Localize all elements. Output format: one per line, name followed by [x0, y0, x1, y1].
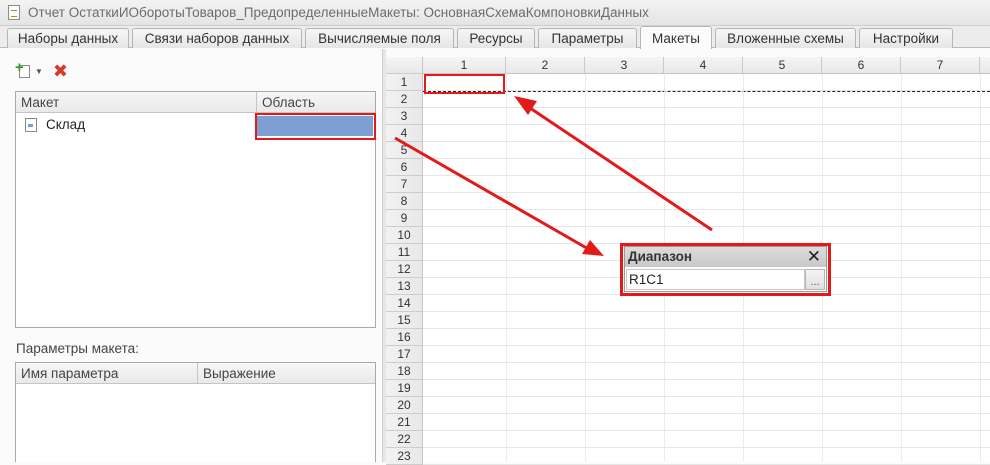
tab-resources[interactable]: Ресурсы: [457, 28, 535, 48]
row-header[interactable]: 20: [386, 397, 423, 414]
layout-name: Склад: [46, 117, 86, 132]
grid-line: [423, 226, 990, 227]
grid-line: [423, 107, 990, 108]
grid-line: [901, 74, 902, 462]
tab-data-set-links[interactable]: Связи наборов данных: [132, 28, 302, 48]
tab-settings[interactable]: Настройки: [859, 28, 953, 48]
layout-params-label: Параметры макета:: [16, 341, 139, 356]
tab-label: Ресурсы: [469, 31, 523, 46]
close-icon[interactable]: ✕: [807, 247, 821, 267]
row-header[interactable]: 8: [386, 193, 423, 210]
row-header[interactable]: 21: [386, 414, 423, 431]
tab-label: Наборы данных: [17, 31, 119, 46]
row-header[interactable]: 16: [386, 329, 423, 346]
row-header[interactable]: 19: [386, 380, 423, 397]
column-header-area[interactable]: Область: [257, 92, 375, 113]
document-icon: [25, 118, 37, 132]
row-header[interactable]: 7: [386, 176, 423, 193]
row-header[interactable]: 14: [386, 295, 423, 312]
column-header[interactable]: 5: [743, 57, 822, 74]
column-header[interactable]: 1: [423, 57, 506, 74]
column-header[interactable]: 3: [585, 57, 664, 74]
layouts-toolbar: + ▼ ✖: [15, 60, 68, 82]
tab-nested-schemas[interactable]: Вложенные схемы: [715, 28, 856, 48]
row-header[interactable]: 6: [386, 159, 423, 176]
grid-line: [423, 430, 990, 431]
range-input[interactable]: R1C1: [626, 269, 805, 290]
selected-cell-highlight: [424, 74, 505, 94]
grid-line: [423, 124, 990, 125]
row-header[interactable]: 11: [386, 244, 423, 261]
tab-data-sets[interactable]: Наборы данных: [7, 28, 129, 48]
column-header[interactable]: 6: [822, 57, 901, 74]
params-table-header: Имя параметра Выражение: [16, 363, 375, 384]
grid-line: [585, 74, 586, 462]
tab-label: Связи наборов данных: [144, 31, 290, 46]
window-title-bar: Отчет ОстаткиИОборотыТоваров_Предопредел…: [0, 0, 990, 26]
window-title: Отчет ОстаткиИОборотыТоваров_Предопредел…: [28, 5, 649, 20]
row-header[interactable]: 5: [386, 142, 423, 159]
range-popup: Диапазон ✕ R1C1 ...: [624, 246, 827, 292]
grid-line: [423, 447, 990, 448]
tab-bar: Наборы данных Связи наборов данных Вычис…: [0, 26, 990, 49]
row-header[interactable]: 23: [386, 448, 423, 465]
area-cell-highlight: [255, 113, 376, 140]
grid-line: [423, 141, 990, 142]
row-header[interactable]: 4: [386, 125, 423, 142]
tab-label: Макеты: [652, 30, 700, 46]
grid-line: [423, 209, 990, 210]
grid-line: [423, 396, 990, 397]
column-header[interactable]: 2: [506, 57, 585, 74]
grid-line: [423, 379, 990, 380]
range-popup-title: Диапазон: [625, 247, 826, 267]
row-header[interactable]: 12: [386, 261, 423, 278]
row-header[interactable]: 2: [386, 91, 423, 108]
column-header-param-name[interactable]: Имя параметра: [16, 363, 198, 384]
column-header-layout[interactable]: Макет: [16, 92, 257, 113]
grid-line: [423, 413, 990, 414]
tab-parameters[interactable]: Параметры: [538, 28, 637, 48]
area-border-horizontal: [423, 91, 990, 92]
grid-line: [423, 362, 990, 363]
column-header[interactable]: 4: [664, 57, 743, 74]
tab-label: Вычисляемые поля: [318, 31, 441, 46]
column-header-bar: 1234567: [386, 57, 990, 74]
layouts-pane: + ▼ ✖ Макет Область Склад Параметры маке…: [0, 49, 382, 462]
column-header-expression[interactable]: Выражение: [198, 363, 375, 384]
row-header[interactable]: 15: [386, 312, 423, 329]
row-header[interactable]: 22: [386, 431, 423, 448]
tab-label: Параметры: [551, 31, 624, 46]
grid-line: [423, 192, 990, 193]
grid-line: [423, 311, 990, 312]
grid-line: [506, 74, 507, 462]
layouts-table-header: Макет Область: [16, 92, 375, 113]
row-header[interactable]: 1: [386, 74, 423, 91]
corner-cell[interactable]: [386, 57, 423, 74]
tab-calculated-fields[interactable]: Вычисляемые поля: [305, 28, 454, 48]
grid-line: [423, 345, 990, 346]
range-select-button[interactable]: ...: [805, 269, 825, 290]
grid-line: [423, 175, 990, 176]
row-header[interactable]: 9: [386, 210, 423, 227]
params-table: Имя параметра Выражение: [15, 362, 376, 462]
tab-label: Настройки: [872, 31, 940, 46]
row-header[interactable]: 17: [386, 346, 423, 363]
grid-line: [423, 90, 990, 91]
delete-icon[interactable]: ✖: [53, 62, 68, 80]
column-header[interactable]: 7: [901, 57, 980, 74]
row-header[interactable]: 18: [386, 363, 423, 380]
row-header[interactable]: 10: [386, 227, 423, 244]
grid-line: [423, 328, 990, 329]
row-header[interactable]: 3: [386, 108, 423, 125]
row-header[interactable]: 13: [386, 278, 423, 295]
tab-label: Вложенные схемы: [727, 31, 844, 46]
chevron-down-icon[interactable]: ▼: [35, 67, 43, 76]
document-icon: [8, 5, 20, 20]
grid-line: [980, 74, 981, 462]
grid-line: [423, 158, 990, 159]
tab-layouts[interactable]: Макеты: [640, 26, 712, 49]
add-icon[interactable]: +: [15, 60, 32, 79]
